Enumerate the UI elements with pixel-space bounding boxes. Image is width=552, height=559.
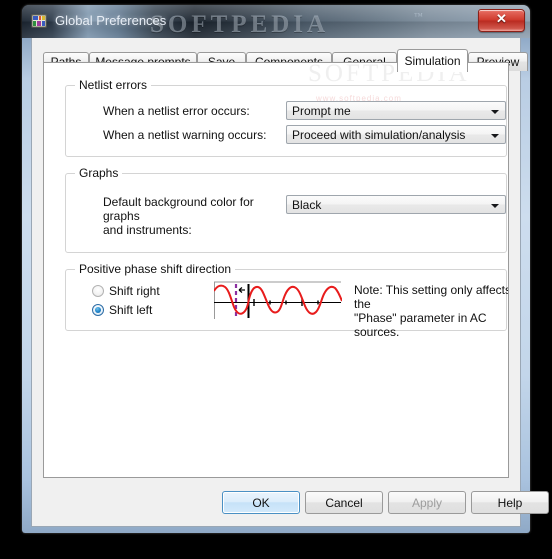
close-button[interactable] [478, 9, 525, 32]
netlist-error-label: When a netlist error occurs: [103, 104, 250, 118]
phase-shift-note: Note: This setting only affects the "Pha… [354, 283, 509, 339]
graphs-group-label: Graphs [75, 166, 123, 180]
chevron-down-icon [491, 110, 499, 114]
netlist-warning-combo-value: Proceed with simulation/analysis [292, 128, 466, 142]
titlebar-watermark: SOFTPEDIA [150, 11, 330, 38]
window-title: Global Preferences [55, 13, 167, 28]
title-bar[interactable]: SOFTPEDIA ™ Global Preferences [22, 5, 530, 38]
netlist-errors-group: Netlist errors When a netlist error occu… [65, 78, 507, 157]
radio-shift-right-label: Shift right [109, 284, 160, 298]
netlist-error-combo[interactable]: Prompt me [286, 101, 506, 120]
dialog-client-area: Paths Message prompts Save Components Ge… [31, 38, 549, 527]
phase-shift-note-line1: Note: This setting only affects the [354, 283, 509, 311]
phase-shift-group: Positive phase shift direction Shift rig… [65, 262, 508, 339]
tab-simulation[interactable]: Simulation [397, 49, 468, 72]
graph-bg-combo[interactable]: Black [286, 195, 506, 214]
graph-bg-label-line1: Default background color for graphs [103, 195, 254, 223]
chevron-down-icon [491, 204, 499, 208]
netlist-errors-group-label: Netlist errors [75, 78, 152, 92]
netlist-warning-combo[interactable]: Proceed with simulation/analysis [286, 125, 506, 144]
phase-shift-note-line2: "Phase" parameter in AC sources. [354, 311, 487, 339]
netlist-warning-label: When a netlist warning occurs: [103, 128, 267, 142]
cancel-button[interactable]: Cancel [305, 491, 383, 514]
preferences-icon [31, 13, 47, 29]
netlist-error-combo-value: Prompt me [292, 104, 351, 118]
phase-shift-group-label: Positive phase shift direction [75, 262, 236, 276]
simulation-tab-page: SOFTPEDIA ™ www.softpedia.com Netlist er… [43, 62, 509, 478]
radio-shift-left-label: Shift left [109, 303, 153, 317]
graph-bg-label: Default background color for graphs and … [103, 195, 283, 237]
apply-button: Apply [388, 491, 466, 514]
global-preferences-window: SOFTPEDIA ™ Global Preferences Paths Mes… [22, 5, 549, 533]
graph-bg-label-line2: and instruments: [103, 223, 192, 237]
ok-button[interactable]: OK [222, 491, 300, 514]
help-button[interactable]: Help [471, 491, 549, 514]
titlebar-watermark-tm: ™ [414, 11, 423, 21]
chevron-down-icon [491, 134, 499, 138]
graph-bg-combo-value: Black [292, 198, 322, 212]
radio-shift-left-dot [92, 304, 104, 316]
graphs-group: Graphs Default background color for grap… [65, 166, 507, 253]
phase-shift-waveform [213, 281, 343, 320]
radio-shift-right-dot [92, 285, 104, 297]
